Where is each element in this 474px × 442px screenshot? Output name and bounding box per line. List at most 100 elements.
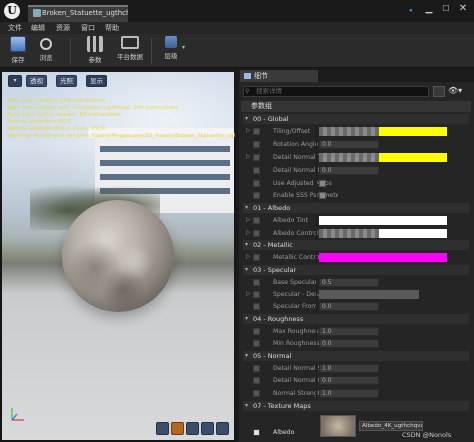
- category-global[interactable]: ▾ 00 - Global: [243, 114, 469, 124]
- override-checkbox[interactable]: [253, 291, 260, 298]
- override-checkbox[interactable]: [253, 303, 260, 310]
- enable-sss-checkbox[interactable]: [319, 192, 326, 199]
- detail-normal-rotation-field[interactable]: 0.0: [319, 166, 379, 175]
- detail-normal-tiling-value[interactable]: [319, 153, 379, 162]
- override-checkbox[interactable]: [253, 180, 260, 187]
- stats-line: Base pass shader with Volumetric Lightma…: [7, 105, 179, 111]
- preview-cube-button[interactable]: [201, 422, 214, 435]
- override-checkbox[interactable]: [253, 217, 260, 224]
- hierarchy-button[interactable]: 层级: [157, 36, 185, 66]
- override-checkbox[interactable]: [253, 192, 260, 199]
- override-checkbox[interactable]: [253, 279, 260, 286]
- rotation-angle-field[interactable]: 0.0: [319, 140, 379, 149]
- category-normal[interactable]: ▾ 05 - Normal: [243, 351, 469, 361]
- expand-arrow-icon[interactable]: ▷: [246, 290, 251, 297]
- minimize-button[interactable]: ▁: [422, 4, 436, 16]
- specular-desaturate-value[interactable]: [319, 290, 419, 299]
- min-roughness-field[interactable]: 0.0: [319, 339, 379, 348]
- menu-asset[interactable]: 资源: [56, 22, 70, 34]
- override-checkbox[interactable]: [253, 390, 260, 397]
- viewport-options-icon[interactable]: ▾: [8, 75, 22, 87]
- expand-arrow-icon[interactable]: ▷: [246, 153, 251, 160]
- param-row-specular-desaturate: ▷ Specular - Desaturat: [243, 289, 469, 301]
- menu-help[interactable]: 帮助: [105, 22, 119, 34]
- maximize-button[interactable]: ☐: [439, 4, 453, 16]
- detail-normal-tiling-color[interactable]: [379, 153, 447, 162]
- albedo-texture-select[interactable]: Albedo_4K_ugthchqva ▾: [359, 421, 423, 431]
- category-label: 02 - Metallic: [253, 241, 293, 249]
- unreal-logo-icon: U: [4, 3, 20, 19]
- use-adjusted-maps-checkbox[interactable]: [319, 180, 326, 187]
- override-checkbox[interactable]: [253, 429, 260, 436]
- detail-normal-override-field[interactable]: 0.0: [319, 376, 379, 385]
- override-checkbox[interactable]: [253, 230, 260, 237]
- category-texture-maps[interactable]: ▾ 07 - Texture Maps: [243, 401, 469, 411]
- albedo-tint-color[interactable]: [319, 216, 447, 225]
- param-row-use-adjusted-maps: Use Adjusted Maps: [243, 178, 469, 190]
- menu-window[interactable]: 窗口: [81, 22, 95, 34]
- preview-sphere-button[interactable]: [171, 422, 184, 435]
- hierarchy-icon: [165, 36, 177, 48]
- preview-cylinder-button[interactable]: [156, 422, 169, 435]
- hierarchy-dropdown-icon[interactable]: ▾: [182, 44, 185, 51]
- hierarchy-label: 层级: [164, 52, 178, 60]
- menu-file[interactable]: 文件: [8, 22, 22, 34]
- details-search-input[interactable]: 搜索详情: [243, 86, 429, 97]
- category-albedo[interactable]: ▾ 01 - Albedo: [243, 203, 469, 213]
- albedo-controls-color[interactable]: [379, 229, 447, 238]
- parameter-groups-header[interactable]: 参数组: [241, 101, 471, 112]
- show-button[interactable]: 显示: [86, 75, 107, 87]
- param-row-tiling-offset: ▷ Tiling/Offset: [243, 126, 469, 138]
- base-specular-field[interactable]: 0.5: [319, 278, 379, 287]
- normal-strength-field[interactable]: 1.0: [319, 389, 379, 398]
- category-specular[interactable]: ▾ 03 - Specular: [243, 265, 469, 275]
- override-checkbox[interactable]: [253, 340, 260, 347]
- override-checkbox[interactable]: [253, 328, 260, 335]
- expand-arrow-icon[interactable]: ▷: [246, 127, 251, 134]
- expand-arrow-icon[interactable]: ▷: [246, 216, 251, 223]
- perspective-button[interactable]: 透视: [26, 75, 47, 87]
- override-checkbox[interactable]: [253, 141, 260, 148]
- visibility-eye-icon[interactable]: 👁▾: [448, 86, 468, 97]
- browse-label: 浏览: [39, 54, 53, 62]
- param-label: Use Adjusted Maps: [273, 180, 332, 187]
- platform-data-label: 平台数据: [117, 53, 143, 61]
- menu-edit[interactable]: 编辑: [31, 22, 45, 34]
- override-checkbox[interactable]: [253, 128, 260, 135]
- albedo-texture-thumbnail[interactable]: [320, 415, 356, 437]
- expand-arrow-icon[interactable]: ▷: [246, 229, 251, 236]
- override-checkbox[interactable]: [253, 167, 260, 174]
- metallic-controls-color[interactable]: [319, 253, 447, 262]
- close-button[interactable]: ✕: [456, 3, 470, 17]
- browse-button[interactable]: 浏览: [32, 36, 60, 66]
- save-button[interactable]: 保存: [4, 36, 32, 66]
- tiling-offset-color[interactable]: [379, 127, 447, 136]
- max-roughness-field[interactable]: 1.0: [319, 327, 379, 336]
- magnifier-icon: [40, 38, 52, 50]
- watermark: CSDN @Nonols: [402, 431, 452, 439]
- platform-data-button[interactable]: 平台数据: [113, 36, 147, 66]
- category-roughness[interactable]: ▾ 04 - Roughness: [243, 314, 469, 324]
- params-button[interactable]: 参数: [81, 36, 109, 66]
- detail-normal-strength-field[interactable]: 1.0: [319, 364, 379, 373]
- toolbar-separator: [70, 38, 71, 64]
- expand-arrow-icon[interactable]: ▷: [246, 253, 251, 260]
- document-tab[interactable]: Broken_Statuette_ugthch: [28, 5, 128, 22]
- pin-icon[interactable]: 🔹: [406, 6, 416, 16]
- view-options-grid-icon[interactable]: [433, 86, 445, 97]
- override-checkbox[interactable]: [253, 365, 260, 372]
- albedo-controls-value[interactable]: [319, 229, 379, 238]
- lit-button[interactable]: 光照: [56, 75, 77, 87]
- category-metallic[interactable]: ▾ 02 - Metallic: [243, 240, 469, 250]
- override-checkbox[interactable]: [253, 154, 260, 161]
- specular-from-albedo-field[interactable]: 0.0: [319, 302, 379, 311]
- param-row-base-specular: Base Specular 0.5: [243, 277, 469, 289]
- override-checkbox[interactable]: [253, 377, 260, 384]
- building-window-row: [100, 160, 230, 166]
- override-checkbox[interactable]: [253, 254, 260, 261]
- preview-mesh-button[interactable]: [216, 422, 229, 435]
- param-row-specular-from-albedo: Specular From Albed 0.0: [243, 301, 469, 313]
- tiling-offset-value[interactable]: [319, 127, 379, 136]
- preview-plane-button[interactable]: [186, 422, 199, 435]
- tab-details[interactable]: 细节: [240, 70, 318, 82]
